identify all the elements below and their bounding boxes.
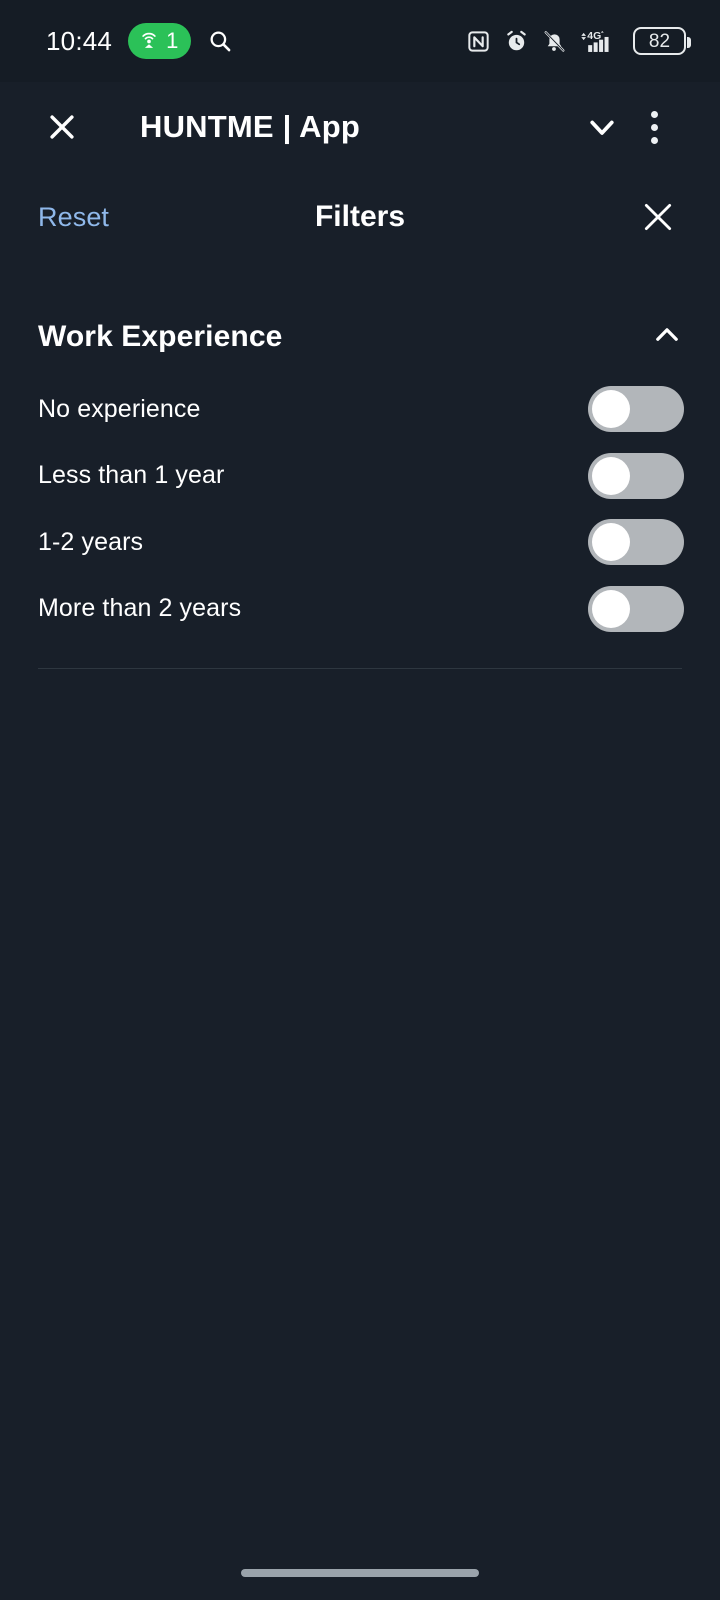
toggle-knob <box>592 390 630 429</box>
app-overflow-button[interactable] <box>628 101 680 153</box>
filter-option-row[interactable]: More than 2 years <box>0 576 720 643</box>
filter-option-row[interactable]: 1-2 years <box>0 509 720 576</box>
app-expand-button[interactable] <box>576 101 628 153</box>
chevron-up-icon <box>656 327 678 341</box>
filter-option-toggle[interactable] <box>588 452 684 499</box>
close-icon <box>644 203 672 231</box>
app-close-button[interactable] <box>36 101 88 153</box>
home-handle[interactable] <box>241 1569 479 1577</box>
section-title: Work Experience <box>38 320 283 353</box>
status-bar: 10:44 1 4G 82 <box>0 0 720 82</box>
close-icon <box>50 115 74 139</box>
toggle-knob <box>592 589 630 628</box>
section-collapse-button[interactable] <box>650 318 684 357</box>
filter-option-label: 1-2 years <box>38 527 144 556</box>
search-icon[interactable] <box>207 28 233 54</box>
toggle-knob <box>592 456 630 495</box>
reset-button[interactable]: Reset <box>38 202 109 233</box>
status-time: 10:44 <box>46 25 113 56</box>
filters-content: Work Experience No experience Less than … <box>0 262 720 1546</box>
filter-option-toggle[interactable] <box>588 585 684 632</box>
section-header-work-experience[interactable]: Work Experience <box>0 306 720 368</box>
signal-4g-icon: 4G <box>581 30 609 52</box>
chevron-down-icon <box>590 120 614 135</box>
hotspot-icon <box>142 32 156 48</box>
more-vertical-icon <box>650 110 658 144</box>
gesture-nav-bar <box>0 1546 720 1600</box>
toggle-knob <box>592 523 630 562</box>
alarm-icon <box>507 30 526 50</box>
battery-icon: 82 <box>633 27 691 55</box>
filter-option-label: More than 2 years <box>38 594 242 623</box>
filter-option-toggle[interactable] <box>588 519 684 566</box>
status-bar-left: 10:44 1 <box>46 23 233 59</box>
app-bar: HUNTME | App <box>0 82 720 172</box>
filter-option-row[interactable]: No experience <box>0 376 720 443</box>
filters-close-button[interactable] <box>632 191 684 243</box>
app-bar-title: HUNTME | App <box>140 109 361 144</box>
filters-header: Reset Filters <box>0 172 720 262</box>
filter-option-label: No experience <box>38 394 201 423</box>
filter-option-toggle[interactable] <box>588 386 684 433</box>
nfc-icon <box>468 30 489 52</box>
status-bar-right: 4G 82 <box>466 27 691 55</box>
phone-screen: 10:44 1 4G 82 HUNTME | App Reset Filters… <box>0 0 720 1600</box>
hotspot-badge[interactable]: 1 <box>128 23 192 59</box>
battery-percent: 82 <box>648 30 671 52</box>
filter-option-label: Less than 1 year <box>38 461 225 490</box>
notifications-off-icon <box>544 30 565 52</box>
section-options: No experience Less than 1 year 1-2 years <box>0 368 720 642</box>
filter-option-row[interactable]: Less than 1 year <box>0 443 720 510</box>
section-divider <box>38 668 682 669</box>
hotspot-count: 1 <box>166 28 179 53</box>
